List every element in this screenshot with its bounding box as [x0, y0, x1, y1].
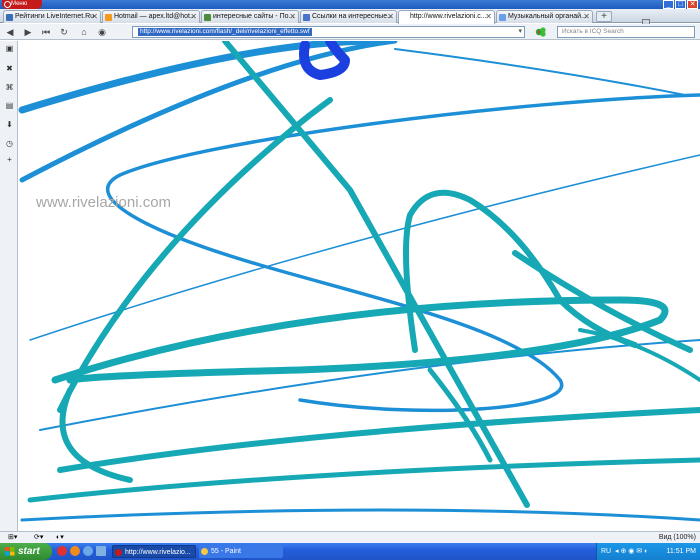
tab-close-icon[interactable]: ✕ [583, 11, 590, 23]
tab-links[interactable]: Ссылки на интересные... ✕ [300, 10, 397, 23]
home-button[interactable]: ⌂ [76, 26, 92, 38]
tab-close-icon[interactable]: ✕ [387, 11, 394, 23]
drawn-stroke [394, 48, 691, 97]
ie-quicklaunch-icon[interactable] [83, 546, 93, 556]
language-indicator[interactable]: RU [601, 543, 611, 560]
status-bar: ⊞▾ ⟳▾ ◐▾ Вид (100%) [0, 531, 700, 543]
desktop-quicklaunch-icon[interactable] [96, 546, 106, 556]
tab-label: Ссылки на интересные... [312, 13, 393, 20]
bookmarks-icon[interactable]: ▣ [5, 44, 14, 53]
reload-button[interactable]: ↻ [56, 26, 72, 38]
taskbar: start http://www.rivelazio... 55 - Paint… [0, 543, 700, 560]
tab-label: Рейтинги LiveInternet.Ru [15, 13, 95, 20]
close-window-button[interactable]: ✕ [687, 0, 698, 9]
navigation-bar: ◀ ▶ ⏮ ↻ ⌂ ◉ http://www.rivelazioni.com/f… [0, 24, 700, 40]
taskbar-item-opera[interactable]: http://www.rivelazio... [112, 545, 196, 558]
history-icon[interactable]: ◷ [5, 139, 14, 148]
title-bar: Меню _ □ ✕ [0, 0, 700, 9]
tab-favicon-icon [204, 14, 211, 21]
address-field[interactable]: http://www.rivelazioni.com/flash/_deli/r… [132, 26, 525, 38]
tab-music[interactable]: Музыкальный органай... ✕ [496, 10, 593, 23]
security-info-icon[interactable]: ◉ [94, 26, 110, 38]
tray-icons[interactable]: ◂ ⊕ ◉ ✉ ◐ [615, 543, 648, 560]
tab-liveinternet[interactable]: Рейтинги LiveInternet.Ru ✕ [3, 10, 101, 23]
downloads-icon[interactable]: ⬇ [5, 120, 14, 129]
site-watermark: www.rivelazioni.com [36, 194, 172, 211]
url-text: http://www.rivelazioni.com/flash/_deli/r… [138, 28, 312, 36]
tab-label: интересные сайты - По... [213, 13, 295, 20]
add-panel-icon[interactable]: + [5, 155, 14, 164]
drawn-stroke [20, 508, 700, 522]
search-placeholder: Искать в ICQ Search [562, 28, 624, 35]
tab-close-icon[interactable]: ✕ [289, 11, 296, 23]
firefox-quicklaunch-icon[interactable] [70, 546, 80, 556]
tab-favicon-icon [105, 14, 112, 21]
back-button[interactable]: ◀ [2, 26, 18, 38]
panel-toggle-icon[interactable]: ⊞▾ [8, 532, 17, 543]
tab-rivelazioni[interactable]: http://www.rivelazioni.c... ✕ [398, 10, 495, 24]
paint-task-icon [201, 548, 208, 555]
turbo-icon[interactable]: ⟳▾ [34, 532, 43, 543]
opera-task-icon [115, 549, 122, 556]
tab-bar: Рейтинги LiveInternet.Ru ✕ Hotmail — ape… [0, 9, 700, 30]
clock[interactable]: 11:51 PM [667, 543, 696, 560]
tab-favicon-icon [499, 14, 506, 21]
rewind-button[interactable]: ⏮ [38, 26, 54, 38]
taskbar-item-label: http://www.rivelazio... [125, 549, 191, 556]
tab-favicon-icon [401, 14, 408, 21]
taskbar-item-label: 55 - Paint [211, 548, 241, 555]
tab-favicon-icon [6, 14, 13, 21]
search-input[interactable]: Искать в ICQ Search [557, 26, 695, 38]
tab-label: Hotmail — apex.ltd@hot... [114, 13, 196, 20]
zoom-control[interactable]: Вид (100%) [659, 532, 696, 543]
widgets-icon[interactable]: ✖ [5, 64, 14, 73]
tab-favicon-icon [303, 14, 310, 21]
opera-menu-button[interactable]: Меню [2, 0, 42, 9]
tab-interesting-sites[interactable]: интересные сайты - По... ✕ [201, 10, 299, 23]
forward-button[interactable]: ▶ [20, 26, 36, 38]
page-content[interactable]: www.rivelazioni.com [18, 41, 700, 531]
address-dropdown-icon[interactable]: ▾ [518, 27, 522, 35]
maximize-button[interactable]: □ [675, 0, 686, 9]
taskbar-item-paint[interactable]: 55 - Paint [199, 545, 283, 558]
side-panel: ▣ ✖ ⌘ ▤ ⬇ ◷ + [0, 41, 18, 531]
tab-hotmail[interactable]: Hotmail — apex.ltd@hot... ✕ [102, 10, 200, 23]
new-tab-button[interactable]: + [596, 11, 612, 22]
opera-logo-icon [4, 1, 11, 8]
icq-flower-icon[interactable] [533, 27, 553, 37]
system-tray: RU ◂ ⊕ ◉ ✉ ◐ 11:51 PM [596, 543, 700, 560]
unite-icon[interactable]: ⌘ [5, 83, 14, 92]
tab-label: http://www.rivelazioni.c... [410, 13, 487, 20]
minimize-button[interactable]: _ [663, 0, 674, 9]
notes-icon[interactable]: ▤ [5, 101, 14, 110]
windows-logo-icon [5, 547, 15, 556]
tab-close-icon[interactable]: ✕ [190, 11, 197, 23]
opera-quicklaunch-icon[interactable] [57, 546, 67, 556]
menu-label: Меню [11, 1, 28, 7]
images-toggle-icon[interactable]: ◐▾ [56, 532, 64, 543]
tab-close-icon[interactable]: ✕ [91, 11, 98, 23]
flash-drawing-canvas[interactable] [18, 41, 700, 531]
start-label: start [18, 546, 40, 557]
tab-close-icon[interactable]: ✕ [485, 11, 492, 23]
tab-label: Музыкальный органай... [508, 13, 587, 20]
drawn-stroke [403, 189, 638, 353]
start-button[interactable]: start [0, 543, 52, 560]
